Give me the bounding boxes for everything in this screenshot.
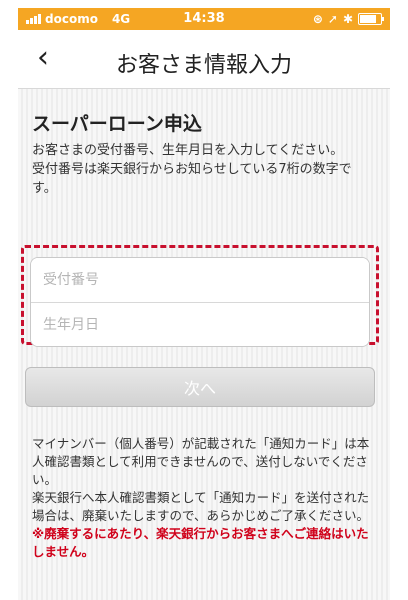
page-title: お客さま情報入力 <box>115 53 292 78</box>
bluetooth-icon: ✱ <box>342 12 353 26</box>
intro-text: お客さまの受付番号、生年月日を入力してください。 受付番号は楽天銀行からお知らせ… <box>32 141 376 198</box>
input-form <box>30 257 370 347</box>
notice-warning: ※廃棄するにあたり、楽天銀行からお客さまへご連絡はいたしません。 <box>32 526 369 559</box>
intro-line-2: 受付番号は楽天銀行からお知らせしている7桁の数字です。 <box>32 162 352 196</box>
section-heading: スーパーローン申込 <box>32 113 202 135</box>
birthdate-input[interactable] <box>31 302 369 346</box>
notice-paragraph-1: マイナンバー（個人番号）が記載された「通知カード」は本人確認書類として利用できま… <box>32 436 370 487</box>
status-bar: docomo 4G 14:38 ⊛ ➚ ✱ <box>18 8 390 30</box>
reception-number-input[interactable] <box>31 258 369 302</box>
battery-icon <box>358 13 384 25</box>
notice-text: マイナンバー（個人番号）が記載された「通知カード」は本人確認書類として利用できま… <box>32 435 376 561</box>
notice-paragraph-2: 楽天銀行へ本人確認書類として「通知カード」を送付された場合は、廃棄いたしますので… <box>32 490 370 523</box>
intro-line-1: お客さまの受付番号、生年月日を入力してください。 <box>32 143 344 158</box>
phone-screen: docomo 4G 14:38 ⊛ ➚ ✱ ‹ お客さま情報入力 スーパーローン… <box>18 8 390 600</box>
rotation-lock-icon: ⊛ <box>312 12 323 26</box>
navigation-bar: ‹ お客さま情報入力 <box>18 30 390 89</box>
location-icon: ➚ <box>327 12 338 26</box>
next-button[interactable]: 次へ <box>25 367 375 407</box>
